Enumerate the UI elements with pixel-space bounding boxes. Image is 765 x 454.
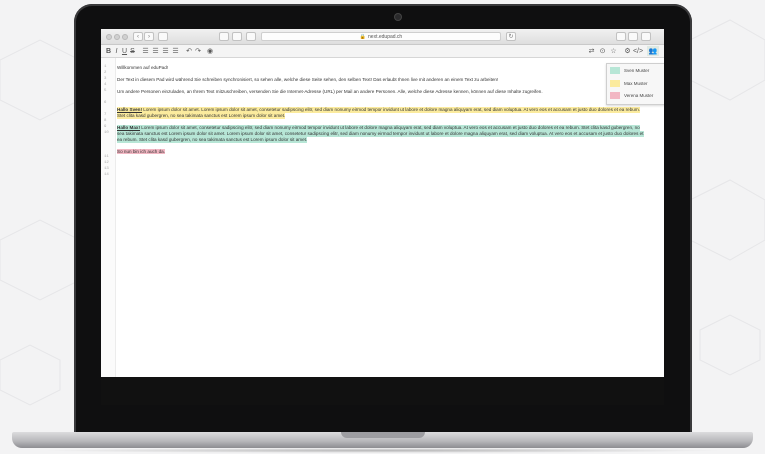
line-number: 4 xyxy=(104,83,107,87)
sidebar-toggle-icon[interactable] xyxy=(158,32,168,41)
share-sheet-icon[interactable] xyxy=(628,32,638,41)
bold-button[interactable]: B xyxy=(105,46,112,56)
line-number: 11 xyxy=(104,155,109,159)
users-panel: Sven Muster ☰ Max Muster Verena Muster xyxy=(606,63,664,105)
line-number: 10 xyxy=(104,131,109,135)
reload-button[interactable]: ↻ xyxy=(506,32,516,41)
settings-icon[interactable]: ⚙ xyxy=(623,46,632,56)
address-bar[interactable]: 🔒 next.edupad.ch xyxy=(261,32,501,41)
laptop-opening-notch xyxy=(341,432,425,438)
outdent-icon[interactable]: ☰ xyxy=(171,46,180,56)
line-number: 6 xyxy=(104,101,107,105)
line-number: 2 xyxy=(104,71,107,75)
max-text-end: ea rebum. Stet clita kasd gubergren, no … xyxy=(117,137,308,143)
user-color-swatch xyxy=(610,92,620,99)
line-number: 5 xyxy=(104,89,107,93)
downloads-icon[interactable] xyxy=(616,32,626,41)
line-number: 7 xyxy=(104,113,107,117)
line-number: 3 xyxy=(104,77,107,81)
max-text: Lorem ipsum dolor sit amet, consetetur s… xyxy=(139,125,640,130)
address-text: next.edupad.ch xyxy=(368,33,403,40)
user-row: Max Muster xyxy=(610,79,648,88)
user-row[interactable]: Sven Muster ☰ xyxy=(610,66,664,75)
new-tab-icon[interactable] xyxy=(641,32,651,41)
lock-icon: 🔒 xyxy=(359,33,367,40)
sven-text: Lorem ipsum dolor sit amet. Lorem ipsum … xyxy=(142,107,640,112)
back-button[interactable]: ‹ xyxy=(133,32,143,41)
laptop-shadow xyxy=(40,448,725,453)
user-color-swatch[interactable] xyxy=(610,67,620,74)
max-paragraph: Hallo Max! Lorem ipsum dolor sit amet, c… xyxy=(117,125,657,143)
user-name: Max Muster xyxy=(624,81,648,86)
max-greeting: Hallo Max! xyxy=(117,125,140,130)
line-number: 13 xyxy=(104,167,109,171)
unordered-list-icon[interactable]: ☰ xyxy=(151,46,160,56)
user-color-swatch xyxy=(610,80,620,87)
star-icon[interactable]: ☆ xyxy=(609,46,618,56)
strikethrough-button[interactable]: S xyxy=(129,46,136,56)
sven-greeting: Hallo Sven! xyxy=(117,107,143,112)
sven-paragraph: Hallo Sven! Lorem ipsum dolor sit amet. … xyxy=(117,107,657,119)
pad-editor[interactable]: Willkommen auf eduPad! Der Text in diese… xyxy=(117,65,657,155)
line-number: 8 xyxy=(104,119,107,123)
undo-button[interactable]: ↶ xyxy=(185,46,193,56)
pad-toolbar: B I U S ☰ ☰ ☰ ☰ ↶ ↷ ◉ ⇄ ⊙ ☆ ⚙ </> 👥 xyxy=(101,45,664,58)
underline-button[interactable]: U xyxy=(121,46,128,56)
more-icon[interactable] xyxy=(246,32,256,41)
import-export-icon[interactable]: ⇄ xyxy=(587,46,596,56)
history-icon[interactable]: ⊙ xyxy=(598,46,607,56)
user-row: Verena Muster xyxy=(610,91,653,100)
share-icon[interactable] xyxy=(232,32,242,41)
line-number-gutter: 1 2 3 4 5 6 7 8 9 10 11 12 13 14 xyxy=(101,58,116,404)
line-number: 9 xyxy=(104,125,107,129)
sven-text-cont: Stet clita kasd gubergren, no sea takima… xyxy=(117,113,286,119)
clear-authorship-icon[interactable]: ◉ xyxy=(206,46,214,56)
browser-titlebar: ‹ › 🔒 next.edupad.ch ↻ xyxy=(101,29,664,45)
webcam-icon xyxy=(395,14,401,20)
laptop-screen: ‹ › 🔒 next.edupad.ch ↻ B I U S ☰ ☰ ☰ ☰ ↶ … xyxy=(101,29,664,404)
shield-icon[interactable] xyxy=(219,32,229,41)
line-number: 14 xyxy=(104,173,109,177)
verena-text: So nun bin ich auch da. xyxy=(117,149,166,154)
users-icon[interactable]: 👥 xyxy=(647,46,659,56)
embed-icon[interactable]: </> xyxy=(633,46,643,56)
italic-button[interactable]: I xyxy=(113,46,120,56)
user-name: Verena Muster xyxy=(624,93,654,98)
ordered-list-icon[interactable]: ☰ xyxy=(141,46,150,56)
line-number: 12 xyxy=(104,161,109,165)
redo-button[interactable]: ↷ xyxy=(194,46,202,56)
window-zoom-button[interactable] xyxy=(122,34,128,40)
screen-bottom-bezel xyxy=(101,377,664,405)
window-close-button[interactable] xyxy=(106,34,112,40)
user-name: Sven Muster xyxy=(624,68,650,73)
line-number: 1 xyxy=(104,65,107,69)
indent-icon[interactable]: ☰ xyxy=(161,46,170,56)
forward-button[interactable]: › xyxy=(144,32,154,41)
window-minimize-button[interactable] xyxy=(114,34,120,40)
